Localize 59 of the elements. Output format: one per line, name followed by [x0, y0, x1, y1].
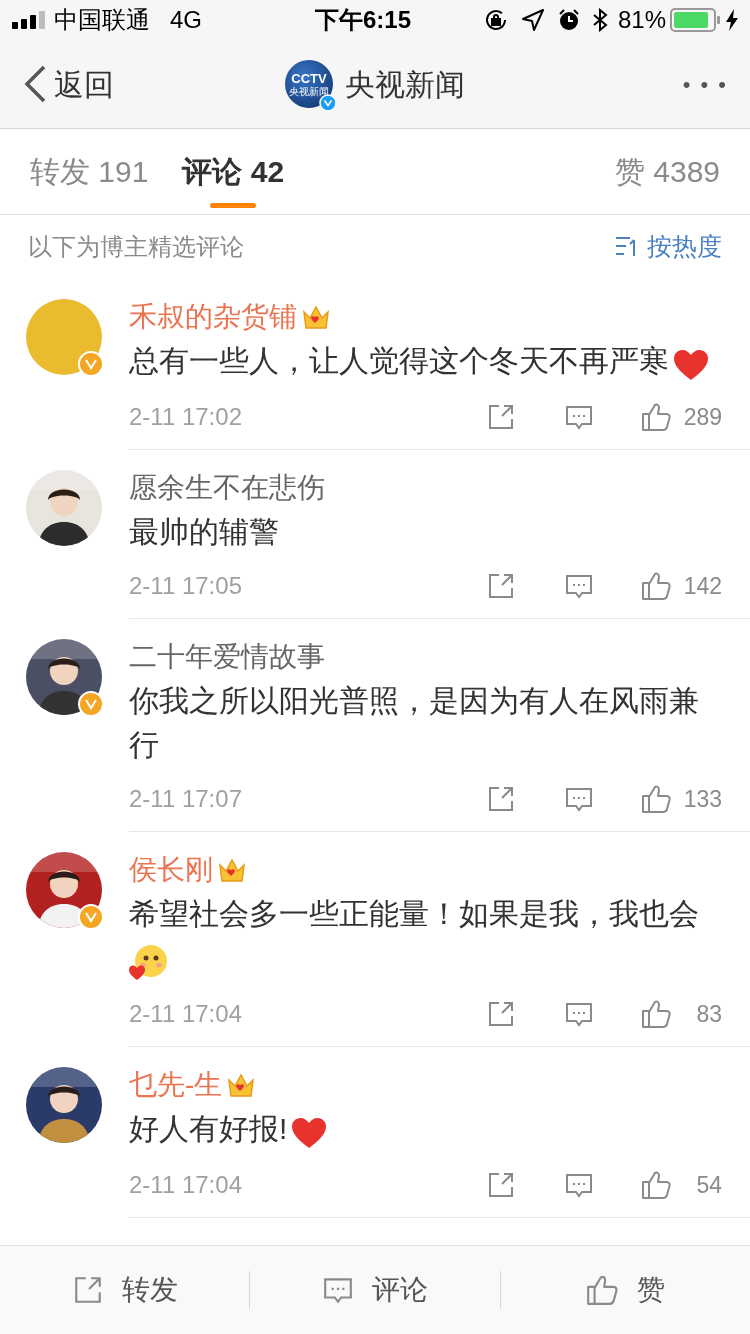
crown-icon: [301, 303, 331, 331]
user-name[interactable]: 愿余生不在悲伤: [129, 467, 325, 510]
blushing-face-emoji-icon: [129, 943, 169, 982]
location-arrow-icon: [521, 9, 544, 31]
like-count: 54: [695, 1171, 722, 1200]
comment-text: 最帅的辅警: [129, 514, 280, 551]
chevron-left-icon: [22, 64, 48, 104]
network-type: 4G: [170, 5, 202, 35]
bluetooth-icon: [591, 8, 608, 32]
timestamp: 2-11 17:04: [129, 1170, 242, 1201]
user-name[interactable]: 二十年爱情故事: [129, 636, 325, 679]
thumbs-up-icon[interactable]: [585, 1273, 620, 1307]
comment-text: 希望社会多一些正能量！如果是我，我也会: [129, 892, 722, 983]
thumbs-up-icon[interactable]: [640, 570, 672, 603]
clock: 下午6:15: [314, 5, 411, 35]
verified-badge-icon: [78, 904, 104, 931]
user-name[interactable]: 侯长刚: [129, 849, 213, 892]
comment-text: 你我之所以阳光普照，是因为有人在风雨兼行: [129, 683, 700, 764]
more-button[interactable]: • • •: [528, 67, 728, 101]
timestamp: 2-11 17:02: [129, 402, 242, 433]
action-button[interactable]: 赞: [500, 1246, 750, 1334]
sort-button[interactable]: 按热度: [615, 228, 722, 266]
section-note: 以下为博主精选评论: [28, 232, 244, 262]
thumbs-up-icon[interactable]: [640, 783, 672, 816]
battery-icon: [670, 8, 722, 32]
timestamp: 2-11 17:05: [129, 571, 242, 602]
alarm-icon: [557, 9, 580, 31]
crown-icon: [226, 1071, 257, 1100]
timestamp: 2-11 17:04: [129, 999, 242, 1030]
thumbs-up-icon[interactable]: [640, 998, 672, 1031]
crown-icon: [217, 856, 247, 885]
tab-indicator: [210, 203, 257, 208]
like-count: 133: [682, 784, 722, 814]
like-count: 83: [695, 999, 722, 1029]
tab[interactable]: 评论 42: [182, 129, 285, 214]
heart-emoji-icon: [673, 349, 709, 382]
tab[interactable]: 赞 4389: [614, 129, 720, 214]
action-button[interactable]: 评论: [250, 1246, 500, 1334]
like-count: 142: [682, 571, 722, 601]
user-name[interactable]: 乜先-生: [129, 1064, 223, 1107]
signal-icon: [12, 11, 48, 29]
comment-text: 好人有好报!: [129, 1107, 722, 1154]
back-button[interactable]: 返回: [22, 61, 222, 107]
thumbs-up-icon[interactable]: [640, 1169, 672, 1202]
battery-percent: 81%: [617, 5, 666, 35]
carrier: 中国联通: [54, 5, 150, 35]
verified-badge-icon: [78, 691, 104, 718]
heart-emoji-icon: [291, 1117, 328, 1150]
thumbs-up-icon[interactable]: [640, 401, 672, 434]
page-title: 央视新闻: [345, 66, 465, 103]
like-count: 289: [682, 402, 722, 432]
comment-text: 总有一些人，让人觉得这个冬天不再严寒: [129, 339, 722, 386]
rotation-lock-icon: [483, 8, 508, 32]
action-button[interactable]: 转发: [0, 1246, 250, 1334]
charging-icon: [726, 9, 738, 31]
tab[interactable]: 转发 191: [30, 129, 149, 214]
user-name[interactable]: 禾叔的杂货铺: [129, 296, 297, 338]
verified-badge-icon: [78, 351, 104, 377]
timestamp: 2-11 17:07: [129, 784, 242, 815]
